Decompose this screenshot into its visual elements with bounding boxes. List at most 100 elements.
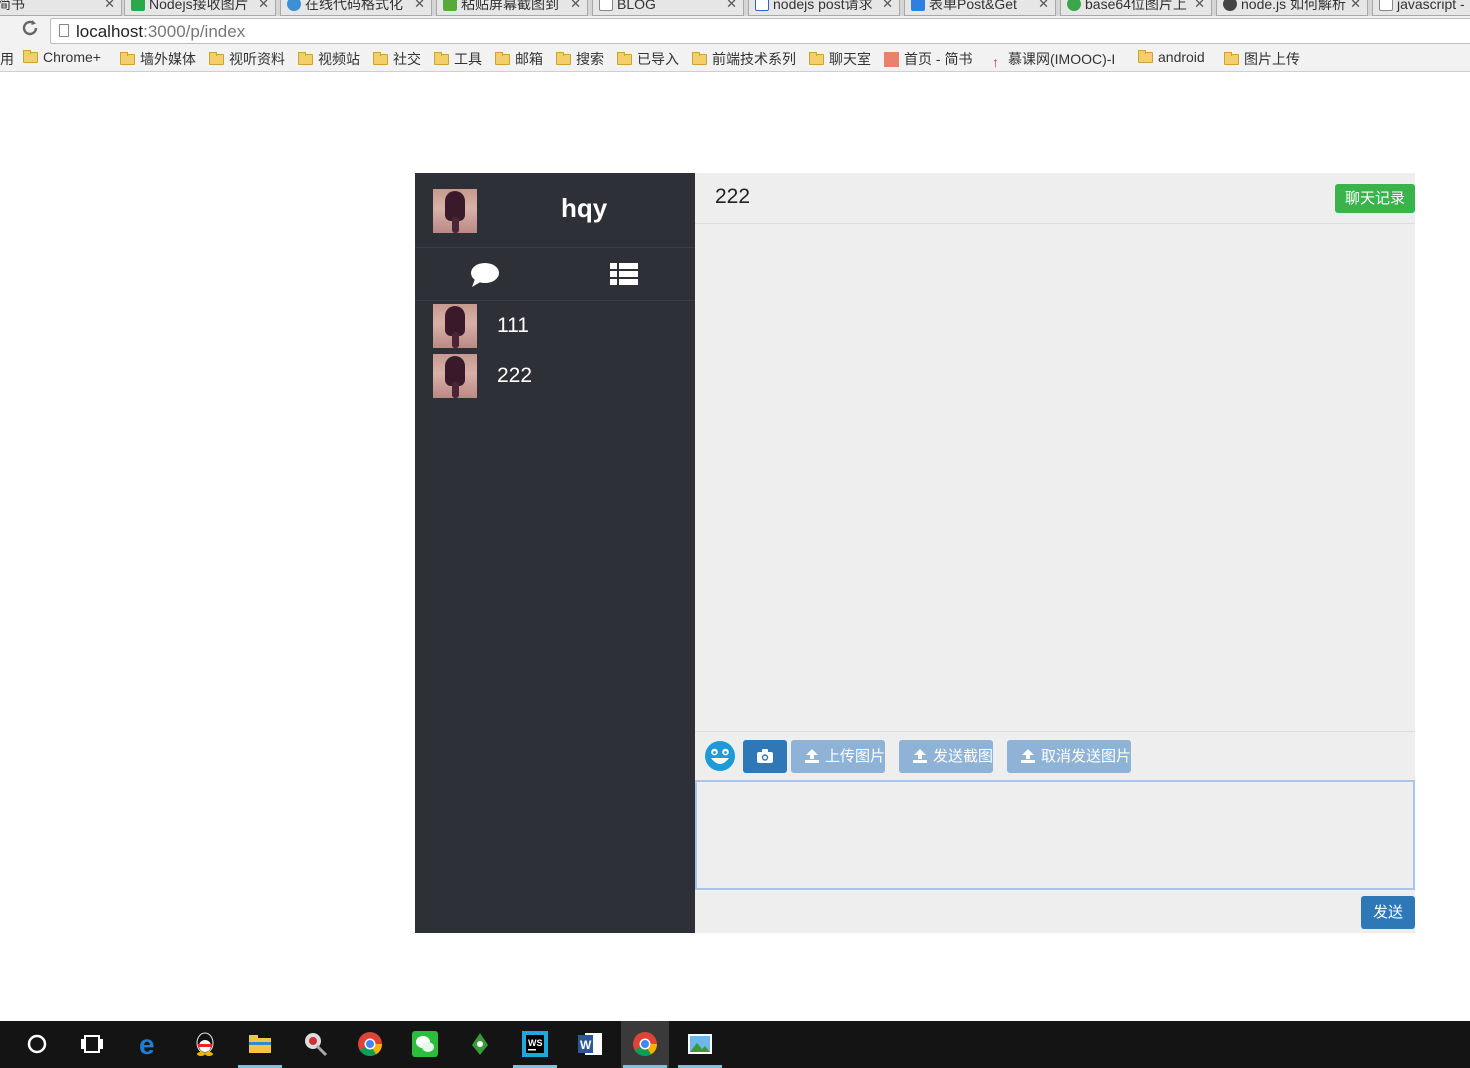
close-icon[interactable]: ✕ [104,0,115,13]
browser-tab[interactable]: 在线代码格式化 ✕ [280,0,432,16]
bookmark-folder[interactable]: android [1138,49,1205,65]
folder-icon [120,52,135,65]
bookmark-folder[interactable]: 图片上传 [1224,49,1300,69]
sf-icon [131,0,145,11]
tab-title: nodejs post请求 [773,0,873,12]
browser-tab[interactable]: 粘贴屏幕截图到 ✕ [436,0,588,16]
page-icon [599,0,613,11]
folder-icon [434,52,449,65]
cortana-icon [27,1034,47,1054]
bookmark-folder[interactable]: 前端技术系列 [692,49,796,69]
bookmark-folder[interactable]: 工具 [434,49,482,69]
tab-title: 简书 [0,0,25,12]
bookmark-folder[interactable]: 视听资料 [209,49,285,69]
folder-icon [1224,52,1239,65]
tab-title: javascript - [1397,0,1465,12]
folder-icon [209,52,224,65]
bookmark-folder[interactable]: 搜索 [556,49,604,69]
bookmark-folder[interactable]: 社交 [373,49,421,69]
close-icon[interactable]: ✕ [1350,0,1361,13]
h-icon [443,0,457,11]
message-input[interactable] [695,780,1415,890]
browser-tab[interactable]: 表单Post&Get ✕ [904,0,1056,16]
close-icon[interactable]: ✕ [258,0,269,13]
close-icon[interactable]: ✕ [414,0,425,13]
bookmark-folder[interactable]: 墙外媒体 [120,49,196,69]
contact-item[interactable]: 222 [415,351,695,401]
close-icon[interactable]: ✕ [726,0,737,13]
close-icon[interactable]: ✕ [570,0,581,13]
emoji-icon[interactable] [704,740,736,772]
list-icon[interactable] [608,260,642,290]
chat-bubble-icon[interactable] [468,260,502,290]
c-icon [1067,0,1081,11]
send-button[interactable]: 发送 [1361,896,1415,929]
wechat-button[interactable] [401,1021,449,1068]
bookmark-item[interactable]: 用 [0,49,14,69]
photos-button[interactable] [676,1021,724,1068]
m-icon [911,0,925,11]
reload-icon[interactable] [20,18,40,44]
browser-tab[interactable]: BLOG ✕ [592,0,744,16]
bookmark-folder[interactable]: 聊天室 [809,49,871,69]
task-view-button[interactable] [68,1021,116,1068]
app-button[interactable] [456,1021,504,1068]
svg-text:e: e [139,1031,155,1057]
avatar [433,189,477,233]
sidebar: hqy 111 222 [415,173,695,933]
close-icon[interactable]: ✕ [1194,0,1205,13]
jianshu-icon [884,52,899,67]
bookmark-folder[interactable]: Chrome+ [23,49,101,65]
qq-icon [196,1032,214,1056]
chat-app: hqy 111 222 222 聊天记录 上传图片 发送截图 取消发送图片 发送 [415,173,1415,933]
camera-button[interactable] [743,740,787,773]
browser-tab[interactable]: nodejs post请求 ✕ [748,0,900,16]
browser-tab[interactable]: base64位图片上 ✕ [1060,0,1212,16]
chrome-active-button[interactable] [621,1021,669,1068]
folder-icon [23,50,38,63]
page-icon [1379,0,1393,11]
folder-icon [495,52,510,65]
contact-item[interactable]: 111 [415,301,695,351]
tab-title: 在线代码格式化 [305,0,403,12]
cortana-button[interactable] [13,1021,61,1068]
chat-title: 222 [715,185,751,208]
tab-title: 表单Post&Get [929,0,1017,12]
browser-tab[interactable]: 简书 ✕ [0,0,122,16]
bookmark-item[interactable]: ↑ 慕课网(IMOOC)-I [988,49,1115,70]
chat-history-button[interactable]: 聊天记录 [1335,184,1415,213]
file-explorer-icon [249,1035,271,1053]
close-icon[interactable]: ✕ [882,0,893,13]
address-bar[interactable]: localhost:3000/p/index [50,18,1470,44]
browser-tab[interactable]: node.js 如何解析 ✕ [1216,0,1368,16]
bookmark-item[interactable]: 首页 - 简书 [884,49,972,69]
upload-icon [805,749,819,763]
forward-icon[interactable]: › [0,20,1,43]
send-screenshot-button[interactable]: 发送截图 [899,740,994,773]
folder-icon [617,52,632,65]
edge-button[interactable]: e [126,1021,174,1068]
qq-button[interactable] [181,1021,229,1068]
cancel-send-image-button[interactable]: 取消发送图片 [1007,740,1132,773]
upload-image-label: 上传图片 [825,748,886,765]
folder-icon [373,52,388,65]
close-icon[interactable]: ✕ [1038,0,1049,13]
upload-icon [913,749,927,763]
chrome-button[interactable] [346,1021,394,1068]
bookmark-folder[interactable]: 已导入 [617,49,679,69]
upload-image-button[interactable]: 上传图片 [791,740,886,773]
word-button[interactable]: W [566,1021,614,1068]
file-explorer-button[interactable] [236,1021,284,1068]
folder-icon [692,52,707,65]
webstorm-button[interactable]: WS [511,1021,559,1068]
camera-icon [757,749,773,763]
message-list [695,224,1415,731]
app-icon [472,1033,488,1055]
browser-tab[interactable]: Nodejs接收图片 ✕ [124,0,276,16]
bookmark-folder[interactable]: 邮箱 [495,49,543,69]
tool-button[interactable] [291,1021,339,1068]
word-icon: W [578,1033,602,1055]
contact-name: 222 [497,364,533,387]
bookmark-folder[interactable]: 视频站 [298,49,360,69]
browser-tab[interactable]: javascript - [1372,0,1470,16]
